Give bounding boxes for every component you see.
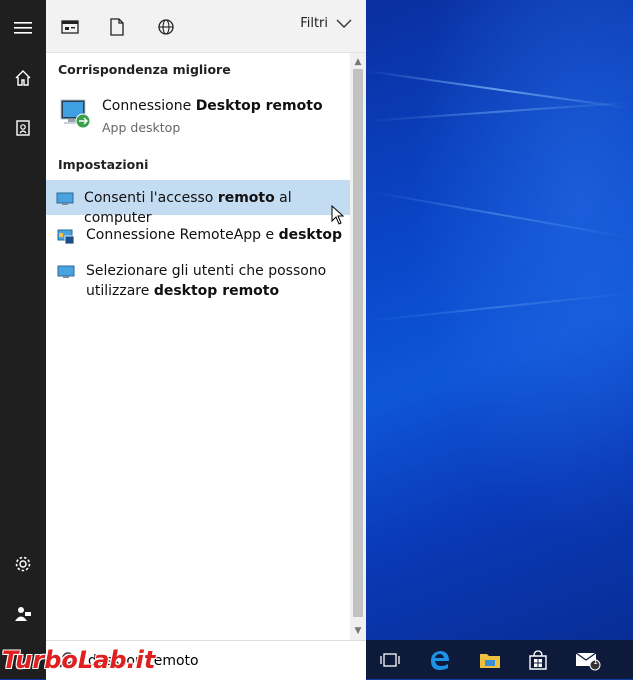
settings-icon[interactable] [0, 544, 46, 584]
label-part-bold: remoto [217, 190, 275, 206]
label-part-bold: desktop [278, 227, 343, 243]
apps-icon[interactable] [57, 14, 83, 40]
hamburger-icon[interactable] [0, 8, 46, 48]
best-match-result[interactable]: Connessione Desktop remoto App desktop [46, 93, 350, 147]
watermark-logo: TurboLab.it [2, 646, 156, 674]
scroll-up-arrow-icon[interactable]: ▲ [350, 55, 366, 69]
web-icon[interactable] [153, 14, 179, 40]
settings-item-select-users[interactable]: Selezionare gli utenti che possono utili… [46, 261, 350, 305]
scroll-down-arrow-icon[interactable]: ▼ [350, 624, 366, 638]
filters-label: Filtri [300, 16, 328, 31]
mail-badge-count: 1 [593, 657, 599, 666]
file-explorer-icon[interactable] [466, 640, 514, 679]
settings-item-label: Connessione RemoteApp e desktop [86, 225, 342, 245]
search-results: Corrispondenza migliore Connessione Desk… [46, 53, 350, 640]
filters-dropdown[interactable]: Filtri [300, 16, 352, 31]
label-part-bold: desktop remoto [153, 283, 280, 299]
home-icon[interactable] [0, 58, 46, 98]
best-match-header: Corrispondenza migliore [58, 62, 231, 77]
settings-item-label: Consenti l'accesso remoto al computer [84, 188, 350, 228]
desktop-wallpaper [366, 0, 633, 640]
taskbar: 1 [366, 640, 633, 679]
label-part: Consenti l'accesso [84, 190, 218, 206]
feedback-icon[interactable] [0, 594, 46, 634]
search-toolbar: Filtri [46, 0, 366, 53]
settings-item-remoteapp-connection[interactable]: Connessione RemoteApp e desktop [46, 225, 350, 251]
settings-item-label: Selezionare gli utenti che possono utili… [86, 261, 336, 301]
mail-icon[interactable]: 1 [564, 640, 612, 679]
edge-icon[interactable] [416, 640, 464, 679]
results-scrollbar[interactable]: ▲ ▼ [350, 53, 366, 640]
document-icon[interactable] [104, 14, 130, 40]
monitor-icon [46, 261, 86, 279]
settings-header: Impostazioni [58, 157, 149, 172]
label-part: Connessione RemoteApp e [86, 227, 279, 243]
remoteapp-icon [46, 225, 86, 245]
best-match-subtitle: App desktop [102, 120, 181, 135]
search-pane: Filtri Corrispondenza migliore Connessio… [46, 0, 366, 640]
notebook-icon[interactable] [0, 108, 46, 148]
store-icon[interactable] [514, 640, 562, 679]
best-match-title-plain: Connessione [102, 98, 196, 114]
mouse-cursor-icon [331, 205, 345, 225]
scrollbar-thumb[interactable] [353, 69, 363, 617]
settings-item-allow-remote-access[interactable]: Consenti l'accesso remoto al computer [46, 180, 350, 226]
remote-desktop-app-icon [58, 97, 92, 135]
task-view-icon[interactable] [366, 640, 414, 679]
monitor-icon [46, 188, 84, 206]
start-left-rail [0, 0, 46, 640]
best-match-title-bold: Desktop remoto [195, 98, 323, 114]
best-match-title: Connessione Desktop remoto [102, 98, 323, 114]
chevron-down-icon [336, 19, 352, 28]
